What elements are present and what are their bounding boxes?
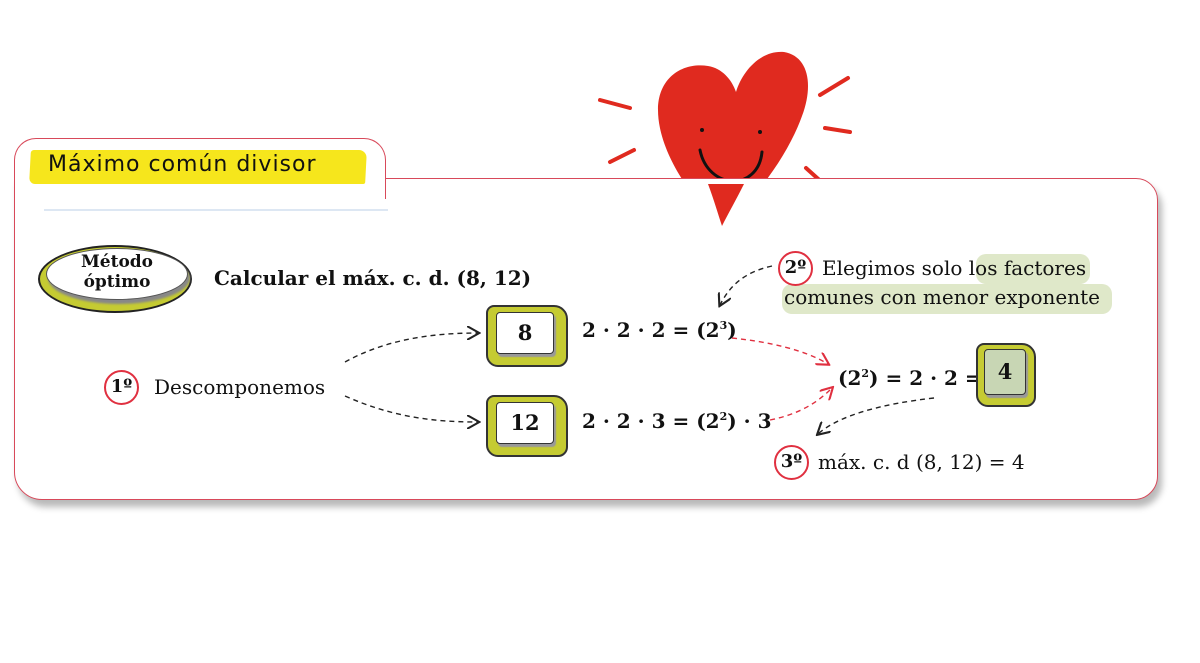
task-statement: Calcular el máx. c. d. (8, 12) xyxy=(214,266,532,290)
step2-line2: comunes con menor exponente xyxy=(784,285,1100,309)
number-12: 12 xyxy=(496,402,554,444)
step3-marker: 3º xyxy=(774,445,809,480)
step1-label: Descomponemos xyxy=(154,375,326,399)
step2-line1: Elegimos solo los factores xyxy=(822,256,1087,280)
method-badge-line1: Método xyxy=(80,252,154,272)
factorization-8: 2 · 2 · 2 = (23) xyxy=(582,318,737,342)
arrow-step3 xyxy=(818,397,935,434)
arrow-to-8 xyxy=(344,333,478,363)
arrow-red-bottom xyxy=(769,388,832,421)
method-badge-line2: óptimo xyxy=(83,272,151,292)
factorization-12: 2 · 2 · 3 = (22) · 3 xyxy=(582,409,772,433)
step1-marker: 1º xyxy=(104,370,139,405)
arrow-red-top xyxy=(731,337,828,364)
arrow-step2 xyxy=(720,265,773,305)
arrow-to-12 xyxy=(344,395,478,422)
step2-marker: 2º xyxy=(778,251,813,286)
common-factors: (22) = 2 · 2 = xyxy=(838,366,982,390)
number-8: 8 xyxy=(496,312,554,354)
step3-result: máx. c. d (8, 12) = 4 xyxy=(818,450,1025,474)
result-4: 4 xyxy=(984,349,1026,395)
